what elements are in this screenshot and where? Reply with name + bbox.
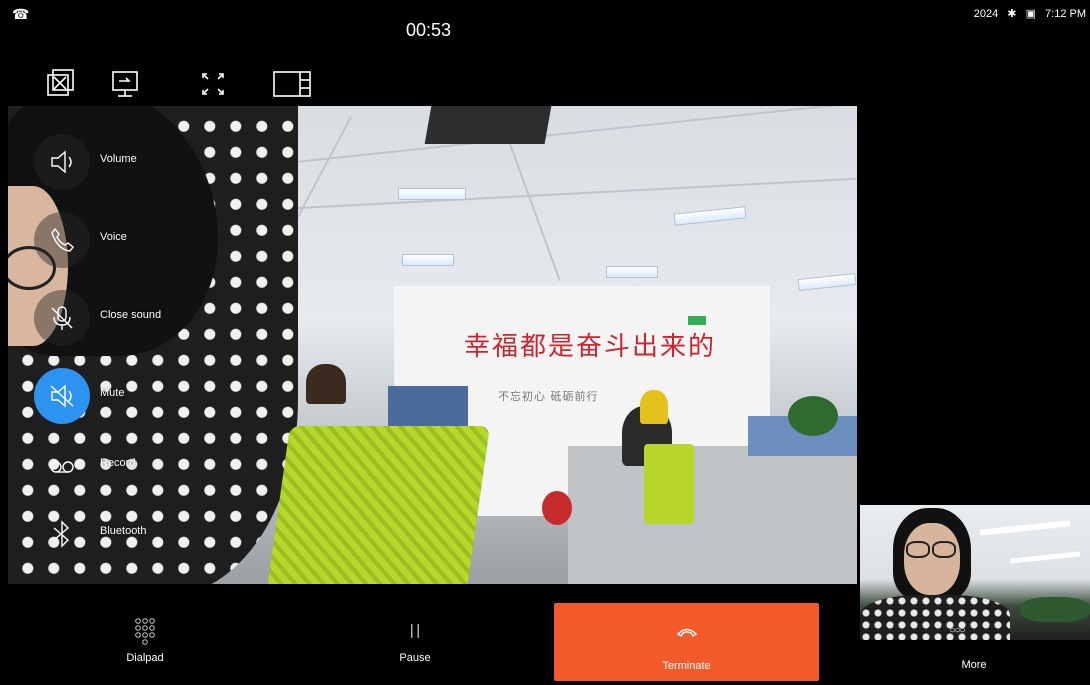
terminate-label: Terminate [662, 660, 711, 672]
phone-handset-icon[interactable] [34, 212, 90, 268]
wall-subslogan: 不忘初心 砥砺前行 [498, 390, 599, 403]
dialpad-button[interactable]: Dialpad [60, 602, 230, 672]
mute-label: Mute [100, 387, 125, 399]
volume-label: Volume [100, 153, 137, 165]
mic-off-icon[interactable] [34, 290, 90, 346]
office-chair [644, 444, 694, 524]
dialpad-label: Dialpad [126, 652, 164, 664]
terminate-button[interactable]: Terminate [554, 603, 819, 681]
screen-share-icon[interactable] [107, 66, 143, 102]
switch-camera-icon[interactable] [42, 66, 78, 102]
bluetooth-control[interactable]: Bluetooth [34, 506, 154, 562]
bluetooth-icon[interactable] [34, 506, 90, 562]
voice-control[interactable]: Voice [34, 212, 154, 268]
record-icon[interactable] [34, 438, 90, 494]
hang-up-icon [554, 617, 819, 647]
status-time: 7:12 PM [1045, 8, 1086, 20]
volume-control[interactable]: Volume [34, 134, 154, 190]
voice-label: Voice [100, 231, 127, 243]
close-sound-label: Close sound [100, 309, 162, 321]
more-button[interactable]: More [858, 659, 1090, 671]
battery-icon: ▣ [1025, 8, 1036, 20]
volume-icon[interactable] [34, 134, 90, 190]
status-bar: 2024 ✱ ▣ 7:12 PM [968, 7, 1086, 20]
wall-slogan: 幸福都是奋斗出来的 [464, 332, 717, 362]
close-sound-control[interactable]: Close sound [34, 290, 161, 346]
bluetooth-label: Bluetooth [100, 525, 147, 537]
exit-sign [688, 316, 706, 325]
top-toolbar [0, 66, 330, 106]
speaker-mute-icon[interactable] [34, 368, 90, 424]
mute-control[interactable]: Mute [34, 368, 154, 424]
pause-icon [330, 616, 500, 646]
green-chair [266, 426, 490, 584]
pause-label: Pause [399, 652, 431, 664]
call-main-area: ☎ 00:53 幸福都是奋斗出来的 不忘初心 砥砺前行 Volume Voice… [0, 0, 857, 685]
record-label: Record [100, 457, 136, 469]
more-icon[interactable]: ○○○ [942, 625, 972, 636]
status-year: 2024 [973, 8, 999, 20]
call-timer: 00:53 [405, 20, 452, 40]
pause-button[interactable]: Pause [330, 602, 500, 672]
dialpad-icon [60, 616, 230, 646]
fullscreen-icon[interactable] [195, 66, 231, 102]
bluetooth-status-icon: ✱ [1007, 8, 1017, 20]
layout-icon[interactable] [272, 66, 314, 102]
record-control[interactable]: Record [34, 438, 154, 494]
self-preview-video[interactable] [860, 505, 1090, 640]
